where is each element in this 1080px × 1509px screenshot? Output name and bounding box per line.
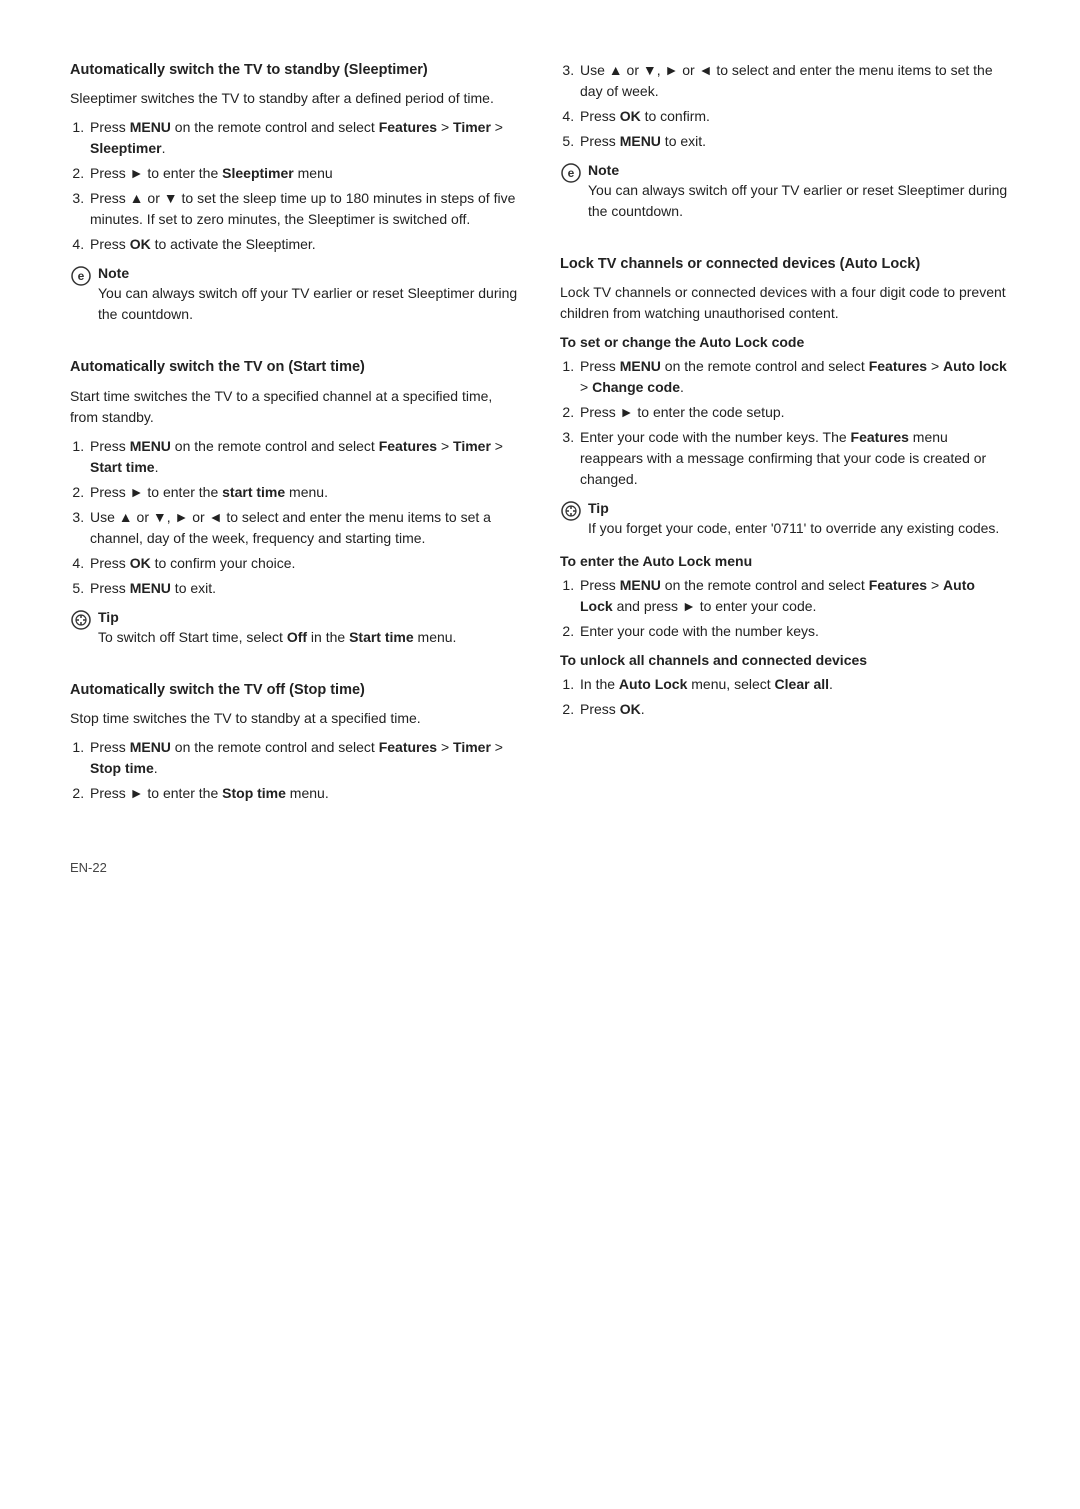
set-change-code-step-1: Press MENU on the remote control and sel… [578,356,1010,398]
start-time-tip: Tip To switch off Start time, select Off… [70,609,520,648]
enter-auto-lock-step-1: Press MENU on the remote control and sel… [578,575,1010,617]
auto-lock-tip-text: If you forget your code, enter '0711' to… [588,518,999,539]
enter-auto-lock-step-2: Enter your code with the number keys. [578,621,1010,642]
set-change-code-heading: To set or change the Auto Lock code [560,334,1010,350]
unlock-channels-step-2: Press OK. [578,699,1010,720]
note-icon: e [70,265,92,287]
sleeptimer-step-1: Press MENU on the remote control and sel… [88,117,520,159]
stop-time-section: Automatically switch the TV off (Stop ti… [70,680,520,812]
tip-text: To switch off Start time, select Off in … [98,627,456,648]
auto-lock-tip: Tip If you forget your code, enter '0711… [560,500,1010,539]
start-time-step-4: Press OK to confirm your choice. [88,553,520,574]
sleeptimer-step-2: Press ► to enter the Sleeptimer menu [88,163,520,184]
note-icon-2: e [560,162,582,184]
stop-time-step-2: Press ► to enter the Stop time menu. [88,783,520,804]
auto-lock-body: Lock TV channels or connected devices wi… [560,282,1010,324]
stop-time-body: Stop time switches the TV to standby at … [70,708,520,729]
stop-time-step-3: Use ▲ or ▼, ► or ◄ to select and enter t… [578,60,1010,102]
left-column: Automatically switch the TV to standby (… [70,60,520,875]
tip-icon-2 [560,500,582,522]
start-time-section: Automatically switch the TV on (Start ti… [70,357,520,661]
start-time-step-1: Press MENU on the remote control and sel… [88,436,520,478]
sleeptimer-step-4: Press OK to activate the Sleeptimer. [88,234,520,255]
stop-time-note-label: Note [588,162,1010,178]
unlock-channels-heading: To unlock all channels and connected dev… [560,652,1010,668]
stop-time-step-1: Press MENU on the remote control and sel… [88,737,520,779]
start-time-body: Start time switches the TV to a specifie… [70,386,520,428]
page-number: EN-22 [70,830,520,875]
start-time-step-5: Press MENU to exit. [88,578,520,599]
stop-time-steps: Press MENU on the remote control and sel… [88,737,520,804]
stop-time-heading: Automatically switch the TV off (Stop ti… [70,680,520,700]
unlock-channels-step-1: In the Auto Lock menu, select Clear all. [578,674,1010,695]
set-change-code-steps: Press MENU on the remote control and sel… [578,356,1010,490]
note-label: Note [98,265,520,281]
sleeptimer-note: e Note You can always switch off your TV… [70,265,520,325]
unlock-channels-steps: In the Auto Lock menu, select Clear all.… [578,674,1010,720]
note-content: Note You can always switch off your TV e… [98,265,520,325]
tip-label: Tip [98,609,456,625]
sleeptimer-step-3: Press ▲ or ▼ to set the sleep time up to… [88,188,520,230]
stop-time-cont-section: Use ▲ or ▼, ► or ◄ to select and enter t… [560,60,1010,236]
right-column: Use ▲ or ▼, ► or ◄ to select and enter t… [560,60,1010,875]
stop-time-note-text: You can always switch off your TV earlie… [588,180,1010,222]
tip-icon [70,609,92,631]
sleeptimer-steps: Press MENU on the remote control and sel… [88,117,520,255]
start-time-steps: Press MENU on the remote control and sel… [88,436,520,599]
two-column-layout: Automatically switch the TV to standby (… [70,60,1010,875]
sleeptimer-section: Automatically switch the TV to standby (… [70,60,520,339]
auto-lock-section: Lock TV channels or connected devices (A… [560,254,1010,728]
stop-time-note-content: Note You can always switch off your TV e… [588,162,1010,222]
note-text: You can always switch off your TV earlie… [98,283,520,325]
start-time-step-3: Use ▲ or ▼, ► or ◄ to select and enter t… [88,507,520,549]
svg-text:e: e [78,269,85,283]
start-time-heading: Automatically switch the TV on (Start ti… [70,357,520,377]
svg-text:e: e [568,166,575,180]
stop-time-cont-steps: Use ▲ or ▼, ► or ◄ to select and enter t… [578,60,1010,152]
stop-time-step-4: Press OK to confirm. [578,106,1010,127]
auto-lock-tip-label: Tip [588,500,999,516]
enter-auto-lock-steps: Press MENU on the remote control and sel… [578,575,1010,642]
tip-content: Tip To switch off Start time, select Off… [98,609,456,648]
auto-lock-tip-content: Tip If you forget your code, enter '0711… [588,500,999,539]
set-change-code-step-3: Enter your code with the number keys. Th… [578,427,1010,490]
stop-time-step-5: Press MENU to exit. [578,131,1010,152]
stop-time-note: e Note You can always switch off your TV… [560,162,1010,222]
start-time-step-2: Press ► to enter the start time menu. [88,482,520,503]
page: Automatically switch the TV to standby (… [0,0,1080,1509]
enter-auto-lock-heading: To enter the Auto Lock menu [560,553,1010,569]
set-change-code-step-2: Press ► to enter the code setup. [578,402,1010,423]
sleeptimer-body: Sleeptimer switches the TV to standby af… [70,88,520,109]
auto-lock-heading: Lock TV channels or connected devices (A… [560,254,1010,274]
sleeptimer-heading: Automatically switch the TV to standby (… [70,60,520,80]
